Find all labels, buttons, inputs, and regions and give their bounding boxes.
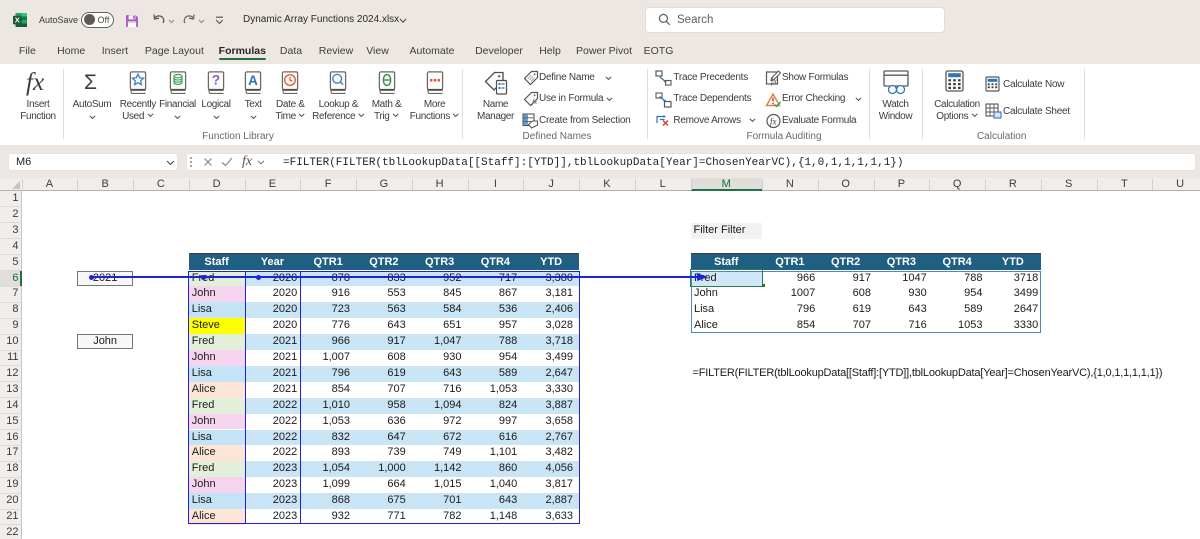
svg-text:?: ? xyxy=(212,72,220,87)
svg-text:fx: fx xyxy=(771,77,777,86)
svg-text:X: X xyxy=(14,15,19,24)
svg-text:A: A xyxy=(248,72,258,87)
svg-text:fx: fx xyxy=(770,116,777,126)
svg-text:fx: fx xyxy=(532,98,538,106)
